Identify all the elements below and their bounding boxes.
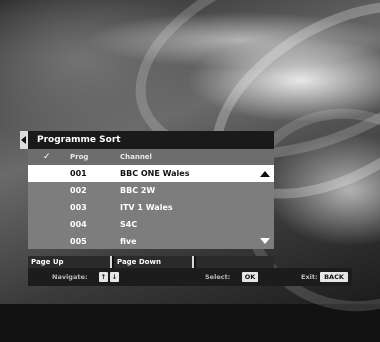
function-key-bar: Page Up Page Down bbox=[28, 256, 274, 268]
scroll-down-icon[interactable] bbox=[260, 238, 270, 244]
channel-name: BBC 2W bbox=[120, 186, 156, 195]
ok-key-icon: OK bbox=[242, 272, 258, 282]
menu-title: Programme Sort bbox=[28, 131, 274, 149]
list-item[interactable]: 004 S4C bbox=[28, 216, 274, 233]
prog-number: 002 bbox=[70, 186, 87, 195]
prog-number: 001 bbox=[70, 169, 87, 178]
list-item[interactable]: 005 five bbox=[28, 233, 274, 250]
channel-name: five bbox=[120, 237, 137, 246]
prog-number: 005 bbox=[70, 237, 87, 246]
navigate-label: Navigate: bbox=[52, 273, 88, 281]
arrow-down-icon: ↓ bbox=[110, 272, 119, 282]
list-item[interactable]: 001 BBC ONE Wales bbox=[28, 165, 274, 182]
page-up-button[interactable]: Page Up bbox=[28, 256, 112, 268]
select-label: Select: bbox=[205, 273, 231, 281]
column-channel: Channel bbox=[120, 153, 152, 161]
checkmark-icon: ✓ bbox=[43, 152, 51, 162]
exit-label: Exit: bbox=[301, 273, 318, 281]
channel-name: ITV 1 Wales bbox=[120, 203, 173, 212]
list-item[interactable]: 002 BBC 2W bbox=[28, 182, 274, 199]
column-header: ✓ Prog Channel bbox=[28, 149, 274, 165]
scroll-up-icon[interactable] bbox=[260, 171, 270, 177]
channel-name: BBC ONE Wales bbox=[120, 169, 190, 178]
function-key-3[interactable] bbox=[196, 256, 274, 268]
channel-list: 001 BBC ONE Wales 002 BBC 2W 003 ITV 1 W… bbox=[28, 165, 274, 249]
page-down-button[interactable]: Page Down bbox=[114, 256, 194, 268]
prog-number: 003 bbox=[70, 203, 87, 212]
back-key-icon: BACK bbox=[320, 272, 348, 282]
prog-number: 004 bbox=[70, 220, 87, 229]
help-bar: Navigate: ↑ ↓ Select: OK Exit: BACK bbox=[28, 268, 352, 286]
channel-name: S4C bbox=[120, 220, 138, 229]
arrow-up-icon: ↑ bbox=[99, 272, 108, 282]
column-prog: Prog bbox=[70, 153, 89, 161]
back-tab[interactable] bbox=[20, 131, 28, 149]
list-item[interactable]: 003 ITV 1 Wales bbox=[28, 199, 274, 216]
